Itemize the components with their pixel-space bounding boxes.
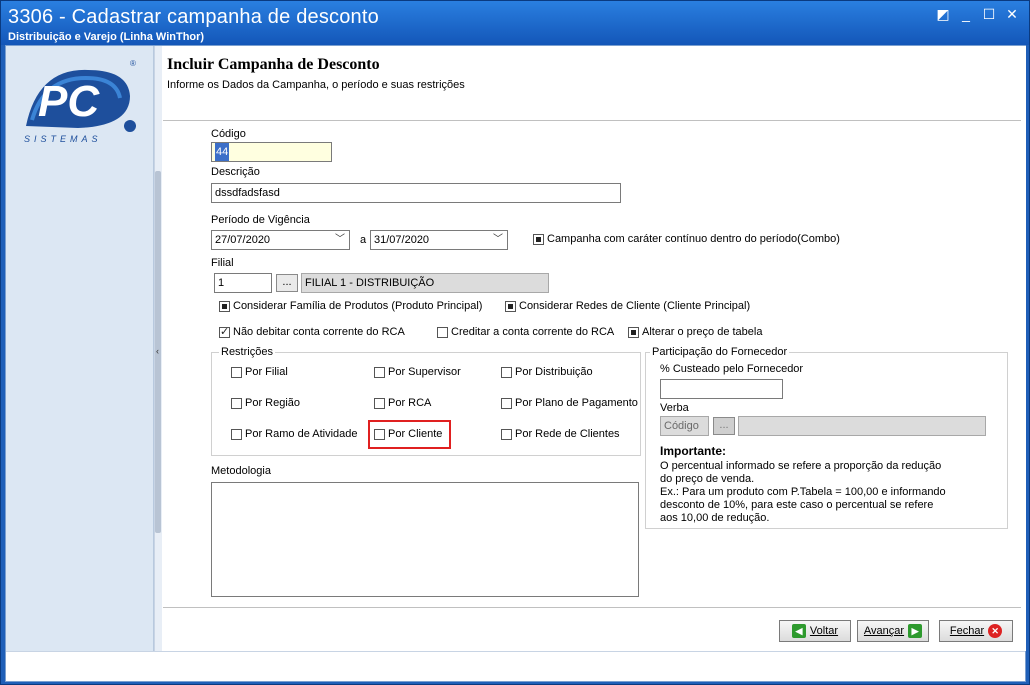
checkbox-box[interactable] <box>533 233 544 245</box>
descricao-label: Descrição <box>211 166 260 178</box>
restricao-por-ramo-atividade[interactable]: Por Ramo de Atividade <box>231 428 358 440</box>
verba-descricao-display <box>738 416 986 436</box>
svg-text:PC: PC <box>38 77 100 126</box>
footer-divider <box>163 607 1021 608</box>
verba-codigo-input[interactable]: Código <box>660 416 709 436</box>
chevron-down-icon: ﹀ <box>493 234 503 245</box>
importante-line-3: Ex.: Para um produto com P.Tabela = 100,… <box>660 486 946 498</box>
filial-label: Filial <box>211 257 234 269</box>
verba-label: Verba <box>660 402 689 414</box>
restricao-por-filial[interactable]: Por Filial <box>231 366 288 378</box>
filial-search-button[interactable]: ... <box>276 274 298 292</box>
filial-codigo-input[interactable]: 1 <box>214 273 272 293</box>
minimize-icon[interactable]: _ <box>956 5 976 23</box>
title-bar: 3306 - Cadastrar campanha de desconto Di… <box>1 1 1029 45</box>
fechar-button[interactable]: Fechar ✕ <box>939 620 1013 642</box>
voltar-button[interactable]: ◀ Voltar <box>779 620 851 642</box>
importante-line-5: aos 10,00 de redução. <box>660 512 770 524</box>
window-title: 3306 - Cadastrar campanha de desconto <box>8 6 379 28</box>
codigo-input[interactable]: 44 <box>211 142 332 162</box>
data-inicio-picker[interactable]: 27/07/2020 ﹀ <box>211 230 350 250</box>
importante-line-2: do preço de venda. <box>660 473 755 485</box>
fornecedor-label: Participação do Fornecedor <box>650 346 790 358</box>
restore-icon[interactable]: ◩ <box>933 5 953 23</box>
arrow-left-icon: ◀ <box>791 624 806 638</box>
codigo-label: Código <box>211 128 246 140</box>
restricao-por-rca[interactable]: Por RCA <box>374 397 431 409</box>
considerar-redes-checkbox[interactable]: Considerar Redes de Cliente (Cliente Pri… <box>505 300 750 312</box>
importante-title: Importante: <box>660 444 726 458</box>
restricao-por-supervisor[interactable]: Por Supervisor <box>374 366 461 378</box>
header-divider <box>163 120 1021 121</box>
importante-line-1: O percentual informado se refere a propo… <box>660 460 942 472</box>
periodo-separator: a <box>360 234 367 246</box>
close-icon[interactable]: ✕ <box>1002 5 1022 23</box>
restricao-por-regiao[interactable]: Por Região <box>231 397 300 409</box>
data-fim-picker[interactable]: 31/07/2020 ﹀ <box>370 230 508 250</box>
campanha-continua-checkbox[interactable]: Campanha com caráter contínuo dentro do … <box>533 233 840 245</box>
svg-text:®: ® <box>130 59 136 68</box>
por-cliente-highlight <box>368 420 451 449</box>
client-area: PC SISTEMAS ® ‹ Incluir Campanha de Desc… <box>5 45 1026 682</box>
pc-sistemas-logo: PC SISTEMAS ® <box>24 59 136 144</box>
page-subtitle: Informe os Dados da Campanha, o período … <box>167 79 465 91</box>
status-bar <box>6 651 1025 681</box>
filial-nome-display: FILIAL 1 - DISTRIBUIÇÃO <box>301 273 549 293</box>
custeado-input[interactable] <box>660 379 783 399</box>
close-circle-icon: ✕ <box>988 624 1003 638</box>
descricao-input[interactable]: dssdfadsfasd <box>211 183 621 203</box>
creditar-checkbox[interactable]: Creditar a conta corrente do RCA <box>437 326 614 338</box>
verba-search-button[interactable]: ... <box>713 417 735 435</box>
alterar-preco-checkbox[interactable]: Alterar o preço de tabela <box>628 326 762 338</box>
metodologia-textarea[interactable] <box>211 482 639 597</box>
considerar-familia-checkbox[interactable]: Considerar Família de Produtos (Produto … <box>219 300 482 312</box>
avancar-button[interactable]: Avançar ▶ <box>857 620 929 642</box>
chevron-down-icon: ﹀ <box>335 234 345 245</box>
importante-line-4: desconto de 10%, para este caso o percen… <box>660 499 934 511</box>
svg-text:SISTEMAS: SISTEMAS <box>24 134 102 144</box>
page-title: Incluir Campanha de Desconto <box>167 56 380 73</box>
nao-debitar-checkbox[interactable]: Não debitar conta corrente do RCA <box>219 325 405 338</box>
restricao-por-plano-pagamento[interactable]: Por Plano de Pagamento <box>501 397 638 409</box>
restricoes-label: Restrições <box>219 346 275 358</box>
arrow-right-icon: ▶ <box>908 624 923 638</box>
maximize-icon[interactable]: ☐ <box>979 5 999 23</box>
app-window: 3306 - Cadastrar campanha de desconto Di… <box>0 0 1030 685</box>
restricao-por-distribuicao[interactable]: Por Distribuição <box>501 366 593 378</box>
sidebar: PC SISTEMAS ® <box>6 46 154 651</box>
main-panel: Incluir Campanha de Desconto Informe os … <box>163 46 1026 651</box>
custeado-label: % Custeado pelo Fornecedor <box>660 363 804 375</box>
window-subtitle: Distribuição e Varejo (Linha WinThor) <box>8 31 205 43</box>
restricao-por-rede-clientes[interactable]: Por Rede de Clientes <box>501 428 620 440</box>
metodologia-label: Metodologia <box>211 465 271 477</box>
periodo-label: Período de Vigência <box>211 214 310 226</box>
collapse-arrow-icon[interactable]: ‹ <box>156 346 159 356</box>
